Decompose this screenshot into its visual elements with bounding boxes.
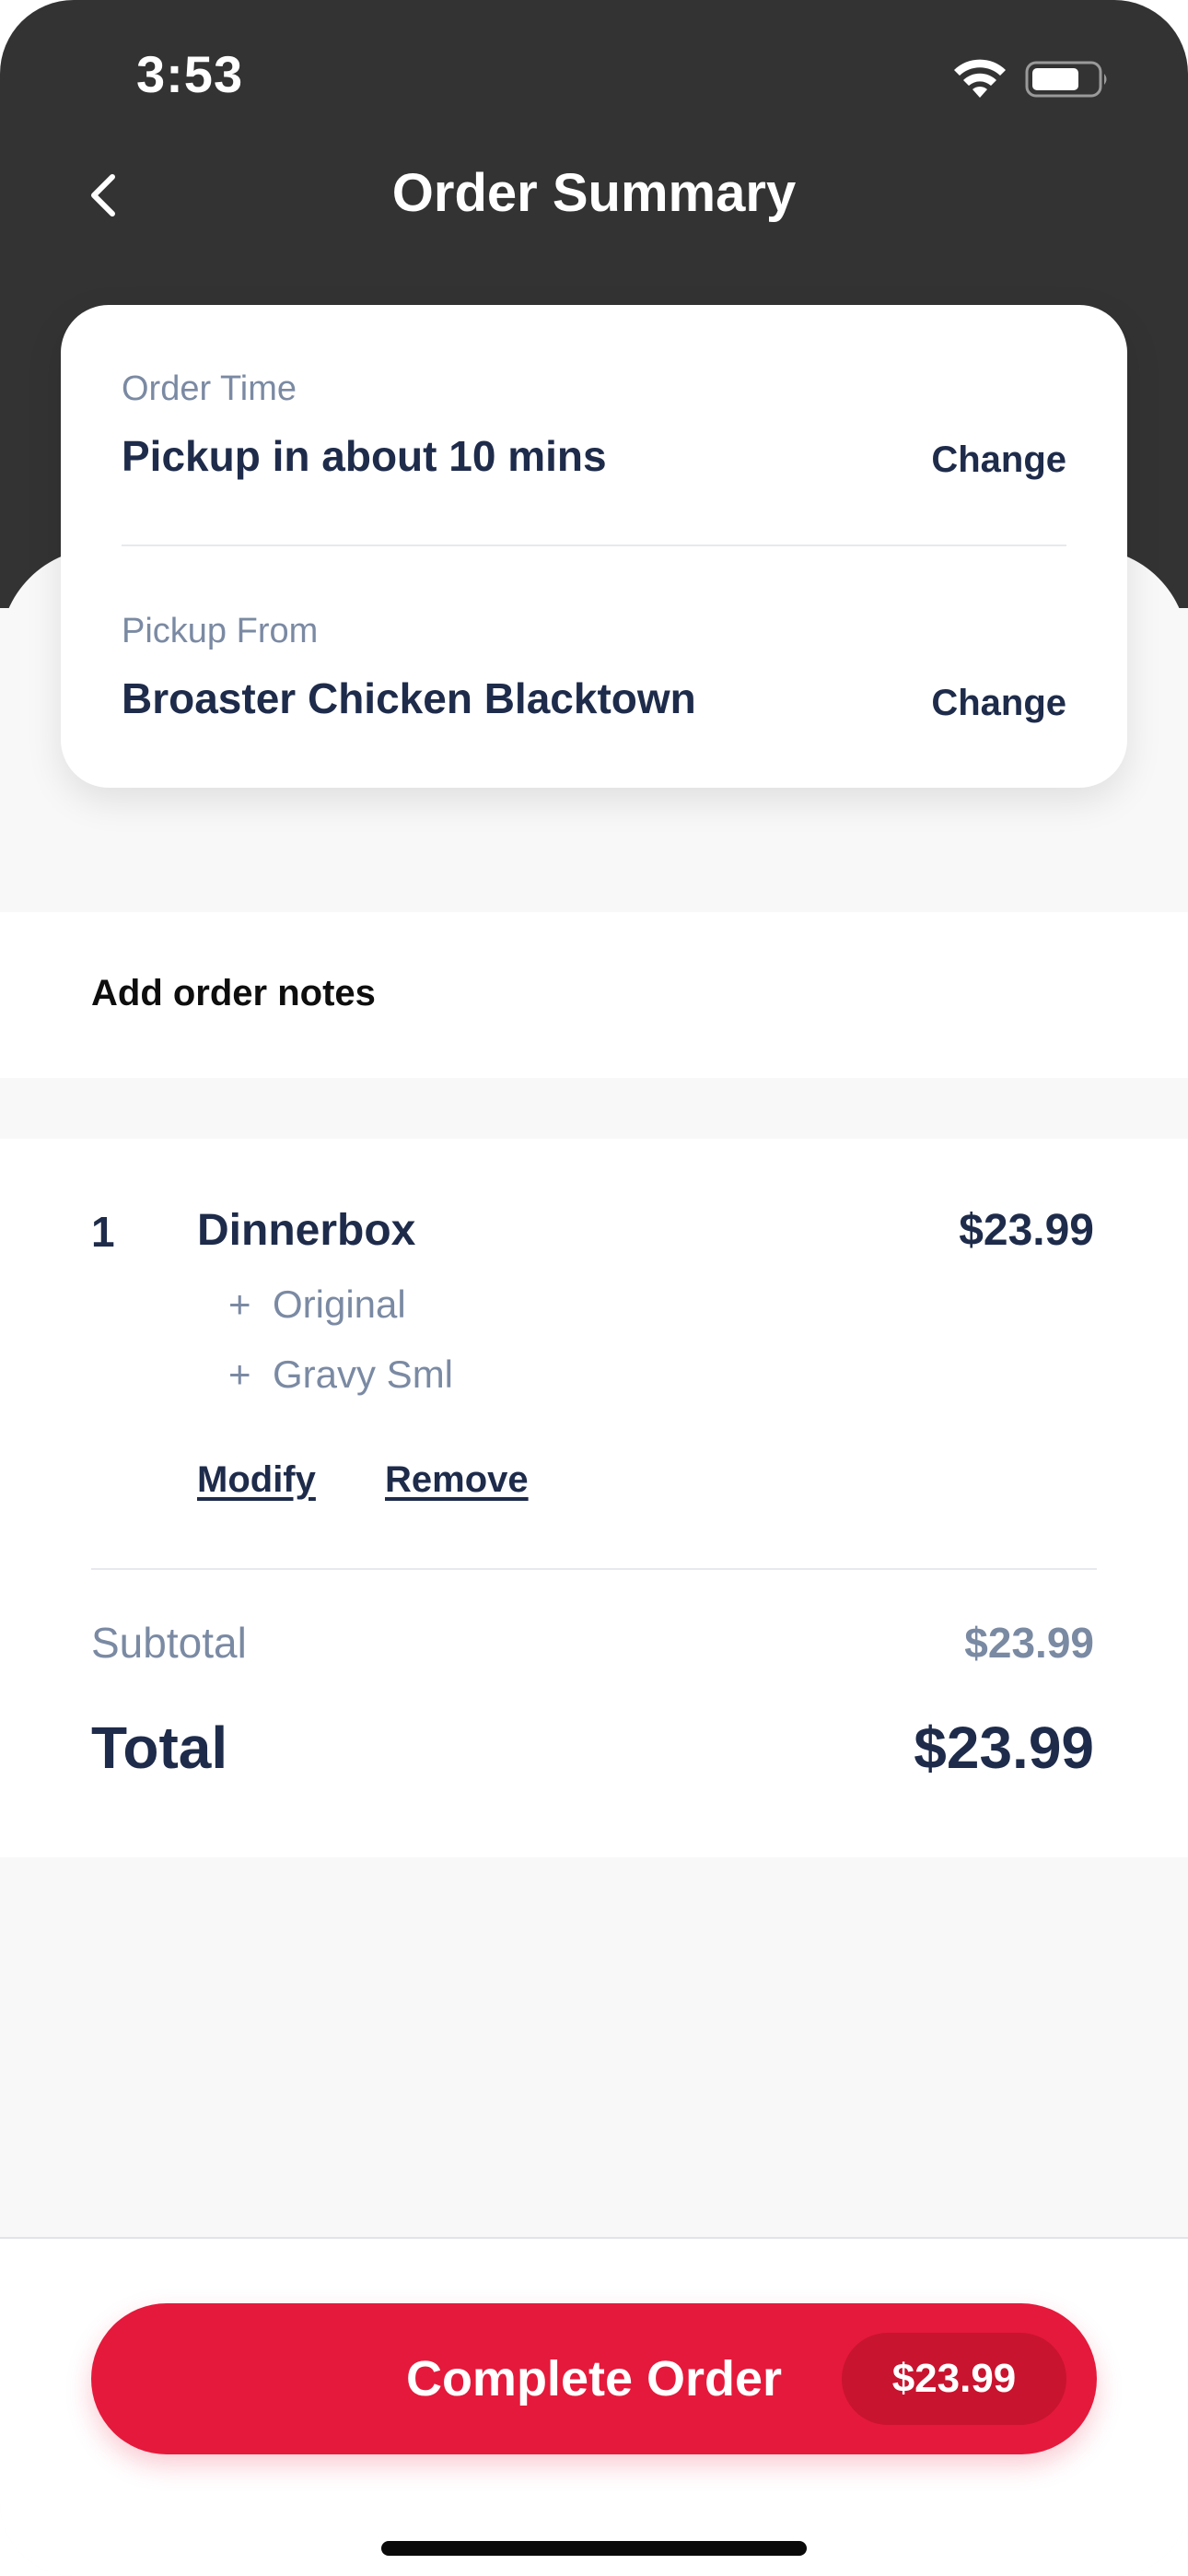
card-divider xyxy=(122,544,1066,546)
complete-order-button[interactable]: Complete Order $23.99 xyxy=(91,2303,1097,2454)
subtotal-label: Subtotal xyxy=(91,1619,247,1667)
home-indicator xyxy=(381,2541,807,2556)
item-price: $23.99 xyxy=(959,1206,1094,1255)
order-items-section: 1 Dinnerbox $23.99 + Original + Gravy Sml … xyxy=(0,1139,1188,1857)
status-time: 3:53 xyxy=(136,45,244,103)
plus-symbol: + xyxy=(228,1352,251,1396)
total-label: Total xyxy=(91,1715,228,1781)
modifier-label: Original xyxy=(273,1282,406,1326)
total-value: $23.99 xyxy=(914,1715,1094,1781)
remove-item-link[interactable]: Remove xyxy=(385,1459,529,1501)
page-title: Order Summary xyxy=(391,163,797,223)
bottom-bar: Complete Order $23.99 xyxy=(0,2237,1188,2576)
item-modifier: + Gravy Sml xyxy=(228,1352,453,1397)
subtotal-value: $23.99 xyxy=(964,1619,1094,1667)
order-divider xyxy=(91,1568,1097,1570)
order-time-label: Order Time xyxy=(122,369,297,408)
add-order-notes-button[interactable]: Add order notes xyxy=(0,912,1188,1078)
pickup-from-label: Pickup From xyxy=(122,612,319,650)
order-summary-screen: 3:53 Order Summary Order Time Pickup in … xyxy=(0,0,1188,2576)
item-quantity: 1 xyxy=(91,1208,115,1256)
wifi-icon xyxy=(954,59,1006,98)
item-name: Dinnerbox xyxy=(197,1206,416,1255)
modify-item-link[interactable]: Modify xyxy=(197,1459,316,1501)
order-time-value: Pickup in about 10 mins xyxy=(122,432,607,480)
order-notes-label: Add order notes xyxy=(91,973,376,1013)
battery-icon xyxy=(1025,61,1107,98)
order-info-card: Order Time Pickup in about 10 mins Chang… xyxy=(61,305,1127,788)
change-pickup-location-button[interactable]: Change xyxy=(931,683,1066,724)
modifier-label: Gravy Sml xyxy=(273,1352,454,1396)
plus-symbol: + xyxy=(228,1282,251,1326)
order-price-badge: $23.99 xyxy=(842,2333,1066,2425)
pickup-location-value: Broaster Chicken Blacktown xyxy=(122,674,696,722)
change-order-time-button[interactable]: Change xyxy=(931,439,1066,481)
item-modifier: + Original xyxy=(228,1282,406,1327)
